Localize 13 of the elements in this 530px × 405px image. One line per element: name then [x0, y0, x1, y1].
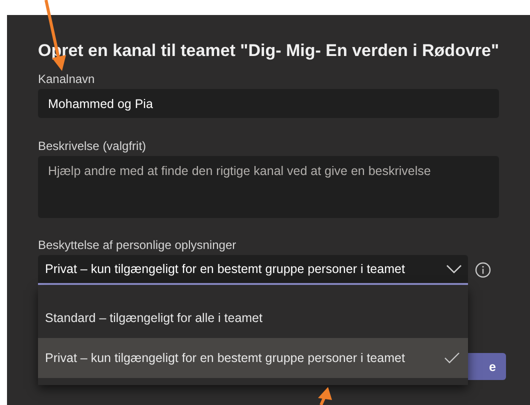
create-button[interactable]: e — [465, 353, 506, 380]
field-label: Beskyttelse af personlige oplysninger — [38, 238, 236, 252]
field-label: Beskrivelse (valgfrit) — [38, 139, 146, 153]
description-field[interactable]: Hjælp andre med at finde den rigtige kanal ved at give en beskrivelse — [38, 156, 499, 218]
channel-name-field[interactable]: Mohammed og Pia — [38, 89, 499, 118]
field-label: Kanalnavn — [38, 72, 95, 86]
dropdown-option[interactable]: Privat – kun tilgængeligt for en bestemt gruppe personer i teamet — [38, 338, 468, 378]
dropdown-option[interactable]: Standard – tilgængeligt for alle i teamet — [38, 298, 468, 338]
arrow — [318, 387, 332, 405]
chevron-down-icon — [446, 264, 462, 274]
check-icon — [444, 352, 460, 364]
info-icon[interactable] — [475, 262, 491, 278]
privacy-dropdown[interactable]: Privat – kun tilgængeligt for en bestemt gruppe personer i teamet — [38, 255, 468, 285]
